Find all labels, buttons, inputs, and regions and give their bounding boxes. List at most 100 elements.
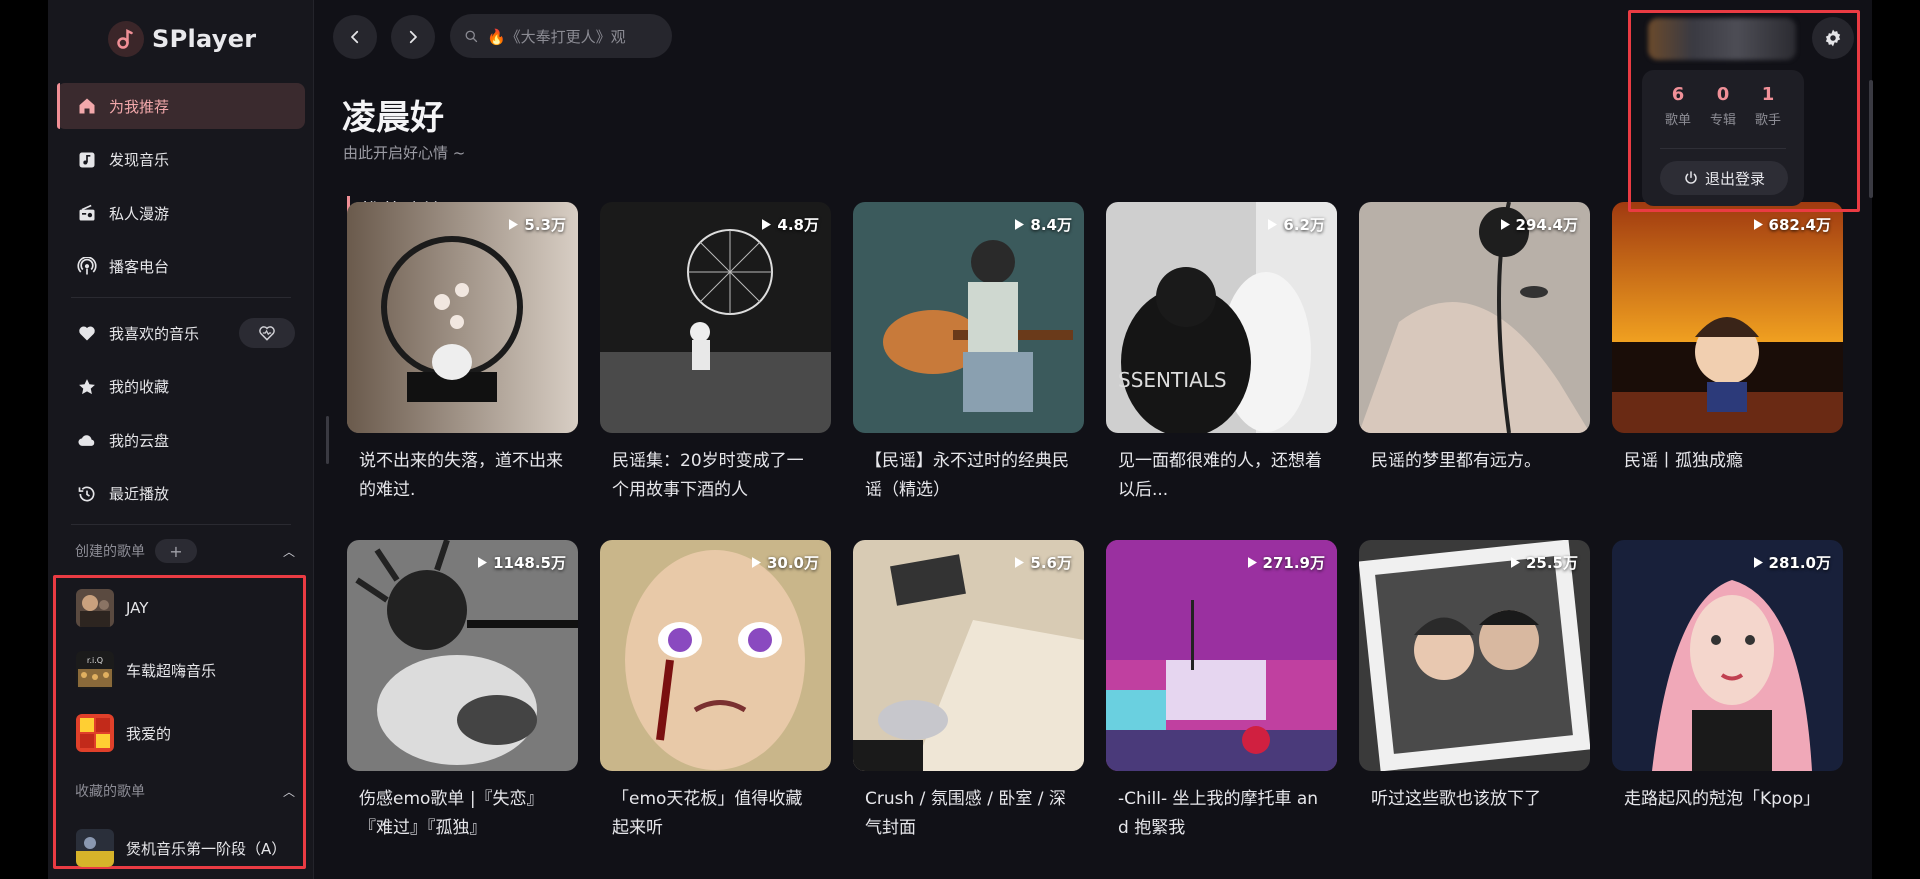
play-count: 8.4万 [1015, 214, 1072, 235]
playlist-title[interactable]: Crush / 氛围感 / 卧室 / 深气封面 [853, 785, 1084, 843]
nav-item-recommend[interactable]: 为我推荐 [57, 83, 305, 129]
playlist-title[interactable]: 民谣集：20岁时变成了一个用故事下酒的人 [600, 447, 831, 505]
nav-item-label: 我的云盘 [109, 431, 170, 450]
sidebar-scrollbar[interactable] [326, 416, 329, 464]
playlist-card[interactable]: 294.4万民谣的梦里都有远方。 [1359, 202, 1590, 476]
playlist-item-collected[interactable]: 煲机音乐第一阶段（A） [76, 829, 286, 867]
app-logo[interactable]: SPlayer [108, 18, 256, 60]
playlist-card[interactable]: 271.9万 -Chill- 坐上我的摩托車 and 抱緊我 [1106, 540, 1337, 843]
play-count: 1148.5万 [478, 552, 566, 573]
nav-item-label: 为我推荐 [109, 97, 170, 116]
play-count: 294.4万 [1500, 214, 1578, 235]
nav-item-collection[interactable]: 我的收藏 [57, 364, 305, 410]
playlist-title[interactable]: 民谣丨孤独成瘾 [1612, 447, 1843, 476]
play-count-value: 4.8万 [777, 216, 819, 234]
playlist-title[interactable]: 见一面都很难的人，还想着以后... [1106, 447, 1337, 505]
playlist-card[interactable]: 682.4万民谣丨孤独成瘾 [1612, 202, 1843, 476]
playlist-cover[interactable]: 294.4万 [1359, 202, 1590, 433]
playlist-cover[interactable]: 5.6万 [853, 540, 1084, 771]
heart-icon [79, 326, 95, 341]
collapse-chevron-icon[interactable]: ︿ [283, 543, 295, 560]
nav-item-roaming[interactable]: 私人漫游 [57, 190, 305, 236]
play-icon [762, 219, 772, 230]
playlist-item-jay[interactable]: JAY [76, 589, 148, 627]
playlist-cover[interactable]: 271.9万 [1106, 540, 1337, 771]
created-playlists-header: 创建的歌单 + ︿ [75, 539, 295, 563]
created-playlists-title: 创建的歌单 [75, 544, 145, 560]
playlist-cover[interactable]: 8.4万 [853, 202, 1084, 433]
podcast-icon [77, 256, 97, 274]
playlist-card[interactable]: 281.0万走路起风的尅泡「Kpop」 [1612, 540, 1843, 814]
play-count-value: 25.5万 [1525, 554, 1578, 572]
sidebar: SPlayer 为我推荐 发现音乐 私人漫游 播客电台 我喜欢的音乐 我的收藏 … [48, 0, 314, 879]
playlist-name: 我爱的 [126, 724, 172, 743]
logo-icon [108, 21, 144, 57]
playlist-card[interactable]: 30.0万「emo天花板」值得收藏起来听 [600, 540, 831, 843]
heartbeat-icon [259, 326, 275, 341]
add-playlist-button[interactable]: + [155, 539, 197, 563]
nav-item-cloud[interactable]: 我的云盘 [57, 417, 305, 463]
play-count: 5.3万 [509, 214, 566, 235]
playlist-name: 车载超嗨音乐 [126, 661, 217, 680]
cover-artwork [1612, 202, 1843, 433]
playlist-card[interactable]: 5.3万说不出来的失落，道不出来的难过. [347, 202, 578, 505]
collected-playlists-header: 收藏的歌单 ︿ [75, 781, 295, 801]
playlist-cover[interactable]: 281.0万 [1612, 540, 1843, 771]
playlist-cover[interactable]: 5.3万 [347, 202, 578, 433]
back-button[interactable] [333, 15, 377, 59]
cover-artwork [1359, 540, 1590, 771]
playlist-card[interactable]: 8.4万【民谣】永不过时的经典民谣（精选） [853, 202, 1084, 505]
playlist-card[interactable]: 25.5万听过这些歌也该放下了 [1359, 540, 1590, 814]
forward-button[interactable] [391, 15, 435, 59]
playlist-cover[interactable]: 1148.5万 [347, 540, 578, 771]
playlist-cover[interactable]: SSENTIALS 6.2万 [1106, 202, 1337, 433]
play-count: 30.0万 [751, 552, 819, 573]
playlist-title[interactable]: 民谣的梦里都有远方。 [1359, 447, 1590, 476]
play-icon [509, 219, 519, 230]
playlist-card[interactable]: SSENTIALS 6.2万见一面都很难的人，还想着以后... [1106, 202, 1337, 505]
nav-item-label: 播客电台 [109, 258, 170, 276]
playlist-item-car[interactable]: r.i.Q 车载超嗨音乐 [76, 651, 216, 689]
nav-item-liked-music[interactable]: 我喜欢的音乐 [57, 310, 305, 356]
playlist-title[interactable]: 伤感emo歌单 |『失恋』『难过』『孤独』 [347, 785, 578, 843]
playlist-title[interactable]: 「emo天花板」值得收藏起来听 [600, 785, 831, 843]
app-window: SPlayer 为我推荐 发现音乐 私人漫游 播客电台 我喜欢的音乐 我的收藏 … [48, 0, 1873, 879]
playlist-title[interactable]: 【民谣】永不过时的经典民谣（精选） [853, 447, 1084, 505]
play-count-value: 281.0万 [1768, 554, 1831, 572]
playlist-cover[interactable]: 682.4万 [1612, 202, 1843, 433]
cover-artwork [853, 540, 1084, 771]
heartbeat-mode-button[interactable] [239, 318, 295, 348]
playlist-title[interactable]: 听过这些歌也该放下了 [1359, 785, 1590, 814]
play-icon [1500, 219, 1510, 230]
playlist-card[interactable]: 5.6万 Crush / 氛围感 / 卧室 / 深气封面 [853, 540, 1084, 843]
cloud-icon [78, 435, 95, 446]
play-count-value: 294.4万 [1515, 216, 1578, 234]
playlist-item-loved[interactable]: 我爱的 [76, 714, 171, 752]
cover-artwork [347, 540, 578, 771]
playlist-card[interactable]: 1148.5万伤感emo歌单 |『失恋』『难过』『孤独』 [347, 540, 578, 843]
collapse-chevron-icon[interactable]: ︿ [283, 783, 295, 800]
play-count: 6.2万 [1268, 214, 1325, 235]
svg-text:SSENTIALS: SSENTIALS [1118, 368, 1227, 392]
nav-item-recent[interactable]: 最近播放 [57, 471, 305, 517]
play-icon [1753, 557, 1763, 568]
play-count: 281.0万 [1753, 552, 1831, 573]
nav-item-discover[interactable]: 发现音乐 [57, 137, 305, 183]
search-input[interactable]: 🔥《大奉打更人》观 [450, 14, 672, 58]
main-scrollbar[interactable] [1869, 80, 1873, 198]
playlist-title[interactable]: 走路起风的尅泡「Kpop」 [1612, 785, 1843, 814]
playlist-cover[interactable]: 30.0万 [600, 540, 831, 771]
home-icon [79, 98, 95, 114]
play-count: 25.5万 [1510, 552, 1578, 573]
play-count-value: 5.3万 [524, 216, 566, 234]
nav-item-label: 我的收藏 [109, 378, 170, 396]
nav-item-podcast[interactable]: 播客电台 [57, 244, 305, 290]
playlist-cover[interactable]: 25.5万 [1359, 540, 1590, 771]
search-icon [465, 30, 478, 42]
playlist-cover[interactable]: 4.8万 [600, 202, 831, 433]
playlist-card[interactable]: 4.8万民谣集：20岁时变成了一个用故事下酒的人 [600, 202, 831, 505]
playlist-title[interactable]: 说不出来的失落，道不出来的难过. [347, 447, 578, 505]
cover-artwork [853, 202, 1084, 433]
collected-playlists-title: 收藏的歌单 [75, 784, 145, 800]
playlist-title[interactable]: -Chill- 坐上我的摩托車 and 抱緊我 [1106, 785, 1337, 843]
